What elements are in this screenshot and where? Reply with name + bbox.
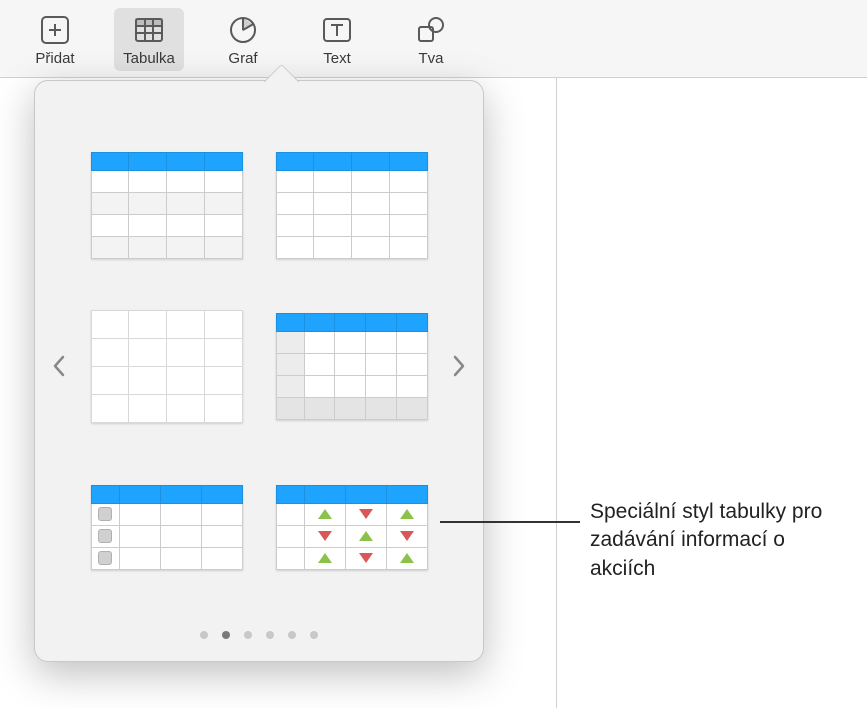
next-page-button[interactable] — [435, 117, 483, 615]
content-pane — [556, 0, 867, 708]
table-style-header-rowcol-footer[interactable] — [274, 310, 429, 423]
plus-box-icon — [37, 12, 73, 48]
toolbar-label: Text — [323, 50, 351, 67]
page-indicator — [35, 615, 483, 661]
toolbar-label: Tabulka — [123, 50, 175, 67]
table-style-grid — [83, 149, 435, 584]
page-dot[interactable] — [244, 631, 252, 639]
pie-icon — [225, 12, 261, 48]
table-style-header-alt-rows[interactable] — [89, 149, 244, 262]
table-icon — [131, 12, 167, 48]
page-dot[interactable] — [222, 631, 230, 639]
toolbar-label: Tva — [418, 50, 443, 67]
toolbar: Přidat Tabulka Graf — [0, 0, 867, 78]
toolbar-table-button[interactable]: Tabulka — [114, 8, 184, 71]
page-dot[interactable] — [266, 631, 274, 639]
callout-leader-line — [440, 521, 580, 523]
toolbar-label: Přidat — [35, 50, 74, 67]
page-dot[interactable] — [310, 631, 318, 639]
shapes-icon — [413, 12, 449, 48]
toolbar-insert-button[interactable]: Přidat — [20, 8, 90, 71]
table-style-stock-arrows[interactable] — [274, 471, 429, 584]
table-style-header-plain[interactable] — [274, 149, 429, 262]
toolbar-chart-button[interactable]: Graf — [208, 8, 278, 71]
table-style-plain-grid[interactable] — [89, 310, 244, 423]
table-style-checklist[interactable] — [89, 471, 244, 584]
page-dot[interactable] — [288, 631, 296, 639]
toolbar-text-button[interactable]: Text — [302, 8, 372, 71]
text-box-icon — [319, 12, 355, 48]
page-dot[interactable] — [200, 631, 208, 639]
prev-page-button[interactable] — [35, 117, 83, 615]
toolbar-label: Graf — [228, 50, 257, 67]
table-styles-popover — [34, 80, 484, 662]
callout-text: Speciální styl tabulky pro zadávání info… — [590, 498, 850, 583]
toolbar-shapes-button[interactable]: Tva — [396, 8, 466, 71]
